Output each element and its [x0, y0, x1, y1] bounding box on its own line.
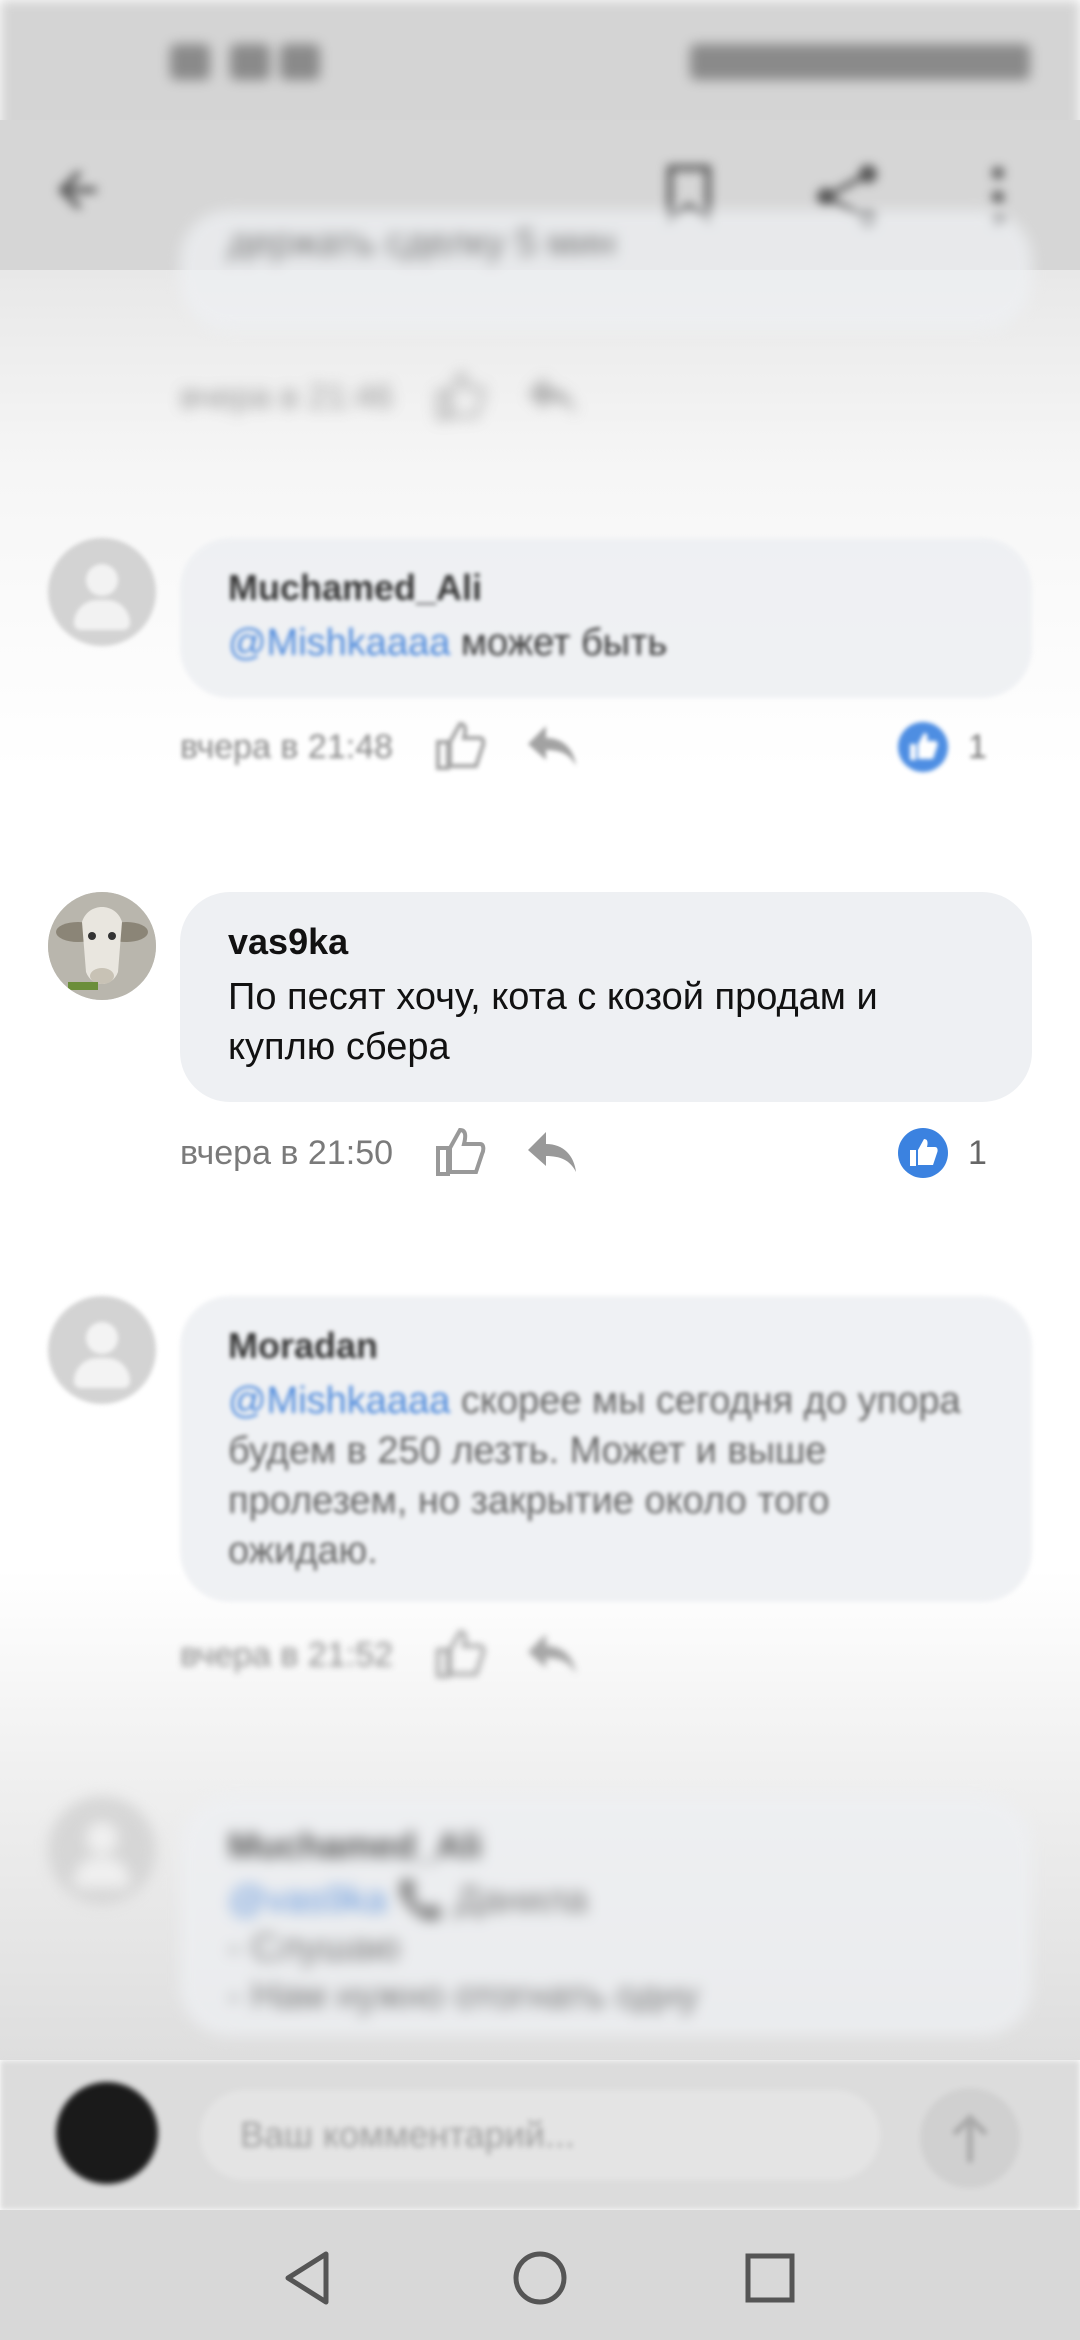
comment-bubble: Moradan @Mishkaaaa скорее мы сегодня до … [180, 1296, 1032, 1602]
comment-composer: Ваш комментарий... [0, 2060, 1080, 2210]
my-avatar[interactable] [56, 2082, 158, 2184]
comment-bubble: Muchamed_Ali @vas9ka 📞 Данила - Слушаю -… [180, 1796, 1032, 2036]
comment-bubble: держать сделку 5 мин [180, 210, 1032, 330]
comment-author[interactable]: Moradan [228, 1324, 984, 1368]
reply-icon[interactable] [524, 722, 580, 772]
comment-text-line: - Нам нужно отогнать одну [228, 1975, 699, 2017]
comment-time: вчера в 21:52 [180, 1636, 394, 1674]
signal-icon [230, 44, 270, 80]
reply-icon[interactable] [524, 1128, 580, 1178]
avatar[interactable] [48, 892, 156, 1000]
comment-meta: вчера в 21:46 [180, 368, 1032, 428]
avatar[interactable] [48, 538, 156, 646]
comment-text: @vas9ka 📞 Данила [228, 1879, 588, 1921]
comment-meta: вчера в 21:50 1 [180, 1124, 1032, 1184]
wifi-icon [280, 44, 320, 80]
nav-home-icon[interactable] [510, 2248, 570, 2308]
like-badge-icon [898, 722, 948, 772]
comment-time: вчера в 21:46 [180, 378, 394, 416]
comment-input-placeholder: Ваш комментарий... [240, 2114, 575, 2155]
send-icon [953, 2113, 987, 2163]
nav-back-icon[interactable] [278, 2248, 338, 2308]
signal-icon [170, 44, 210, 80]
likes-counter[interactable]: 1 [898, 722, 998, 772]
like-badge-icon [898, 1128, 948, 1178]
comment-meta: вчера в 21:48 1 [180, 718, 1032, 778]
comment-author[interactable]: vas9ka [228, 920, 984, 964]
comment-bubble: vas9ka По песят хочу, кота с козой прода… [180, 892, 1032, 1102]
reply-icon[interactable] [524, 372, 580, 422]
mention-link[interactable]: @vas9ka [228, 1879, 387, 1921]
likes-count: 1 [968, 728, 987, 766]
like-icon[interactable] [432, 1626, 488, 1682]
comment-text: @Mishkaaaa может быть [228, 622, 668, 664]
like-icon[interactable] [432, 1124, 488, 1180]
comment-time: вчера в 21:50 [180, 1134, 394, 1172]
likes-counter[interactable]: 1 [898, 1128, 998, 1178]
like-icon[interactable] [432, 718, 488, 774]
comment-input[interactable]: Ваш комментарий... [200, 2090, 880, 2180]
likes-count: 1 [968, 1134, 987, 1172]
send-button[interactable] [920, 2088, 1020, 2188]
mention-link[interactable]: @Mishkaaaa [228, 622, 450, 664]
avatar[interactable] [48, 1796, 156, 1904]
status-bar [0, 0, 1080, 140]
goat-avatar-image [48, 892, 156, 1000]
comment-time: вчера в 21:48 [180, 728, 394, 766]
comment-text-line: - Слушаю [228, 1927, 400, 1969]
nav-recents-icon[interactable] [740, 2248, 800, 2308]
comment-text: держать сделку 5 мин [228, 222, 616, 264]
reply-icon[interactable] [524, 1630, 580, 1680]
comment-text: @Mishkaaaa скорее мы сегодня до упора бу… [228, 1380, 961, 1572]
comment-text: По песят хочу, кота с козой продам и куп… [228, 976, 878, 1068]
comment-author[interactable]: Muchamed_Ali [228, 1824, 984, 1868]
back-icon[interactable] [50, 160, 110, 220]
status-icons [690, 44, 1030, 80]
comment-meta: вчера в 21:52 [180, 1626, 1032, 1686]
avatar[interactable] [48, 1296, 156, 1404]
comment-bubble: Muchamed_Ali @Mishkaaaa может быть [180, 538, 1032, 698]
system-navigation-bar [0, 2210, 1080, 2340]
comment-author[interactable]: Muchamed_Ali [228, 566, 984, 610]
mention-link[interactable]: @Mishkaaaa [228, 1380, 450, 1422]
like-icon[interactable] [432, 368, 488, 424]
